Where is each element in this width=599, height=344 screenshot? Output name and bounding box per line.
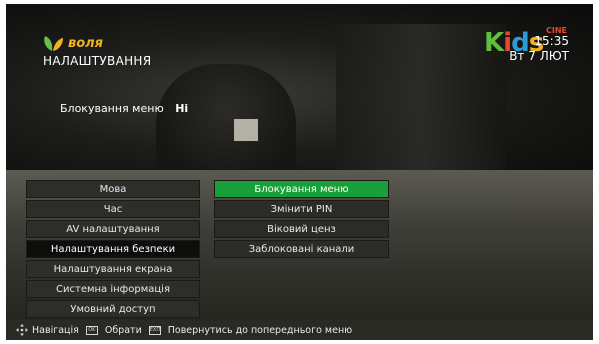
menu-lock-status: Блокування меню Ні <box>60 102 188 115</box>
tv-screen: воля НАЛАШТУВАННЯ Блокування меню Ні Kid… <box>0 0 599 344</box>
page-title: НАЛАШТУВАННЯ <box>43 54 152 68</box>
menu-lock-value: Ні <box>175 102 189 115</box>
clock: 15:35 Вт 7 ЛЮТ <box>509 34 569 64</box>
leaf-icon <box>44 36 63 51</box>
clock-time: 15:35 <box>534 34 569 48</box>
hint-bar: Навігація OK Обрати EXIT Повернутись до … <box>6 320 593 340</box>
submenu-item-change-pin[interactable]: Змінити PIN <box>214 200 389 218</box>
video-background: воля НАЛАШТУВАННЯ Блокування меню Ні Kid… <box>6 4 593 170</box>
settings-panel: Мова Час AV налаштування Налаштування бе… <box>6 170 593 320</box>
channel-logo-letter: K <box>484 28 504 58</box>
brand-name: воля <box>68 35 104 51</box>
menu-item-conditional-access[interactable]: Умовний доступ <box>26 300 200 318</box>
menu-item-security-settings[interactable]: Налаштування безпеки <box>26 240 200 258</box>
security-submenu: Блокування меню Змінити PIN Віковий ценз… <box>214 180 389 260</box>
video-figure <box>156 64 296 170</box>
submenu-item-menu-lock[interactable]: Блокування меню <box>214 180 389 198</box>
video-figure <box>336 24 506 170</box>
submenu-item-blocked-channels[interactable]: Заблоковані канали <box>214 240 389 258</box>
ok-key-icon: OK <box>85 325 98 335</box>
settings-menu: Мова Час AV налаштування Налаштування бе… <box>26 180 200 320</box>
menu-item-screen-settings[interactable]: Налаштування екрана <box>26 260 200 278</box>
menu-lock-label: Блокування меню <box>60 102 164 115</box>
menu-item-language[interactable]: Мова <box>26 180 200 198</box>
menu-item-av-settings[interactable]: AV налаштування <box>26 220 200 238</box>
brand-logo: воля <box>42 34 103 52</box>
hint-navigation: Навігація <box>32 324 79 336</box>
hint-back: Повернутись до попереднього меню <box>167 324 353 336</box>
navigation-arrows-icon <box>16 324 28 336</box>
clock-date: Вт 7 ЛЮТ <box>509 49 569 63</box>
menu-item-time[interactable]: Час <box>26 200 200 218</box>
video-light <box>234 119 258 141</box>
menu-item-system-info[interactable]: Системна інформація <box>26 280 200 298</box>
hint-select: Обрати <box>104 324 142 336</box>
submenu-item-age-rating[interactable]: Віковий ценз <box>214 220 389 238</box>
exit-key-icon: EXIT <box>148 325 161 335</box>
